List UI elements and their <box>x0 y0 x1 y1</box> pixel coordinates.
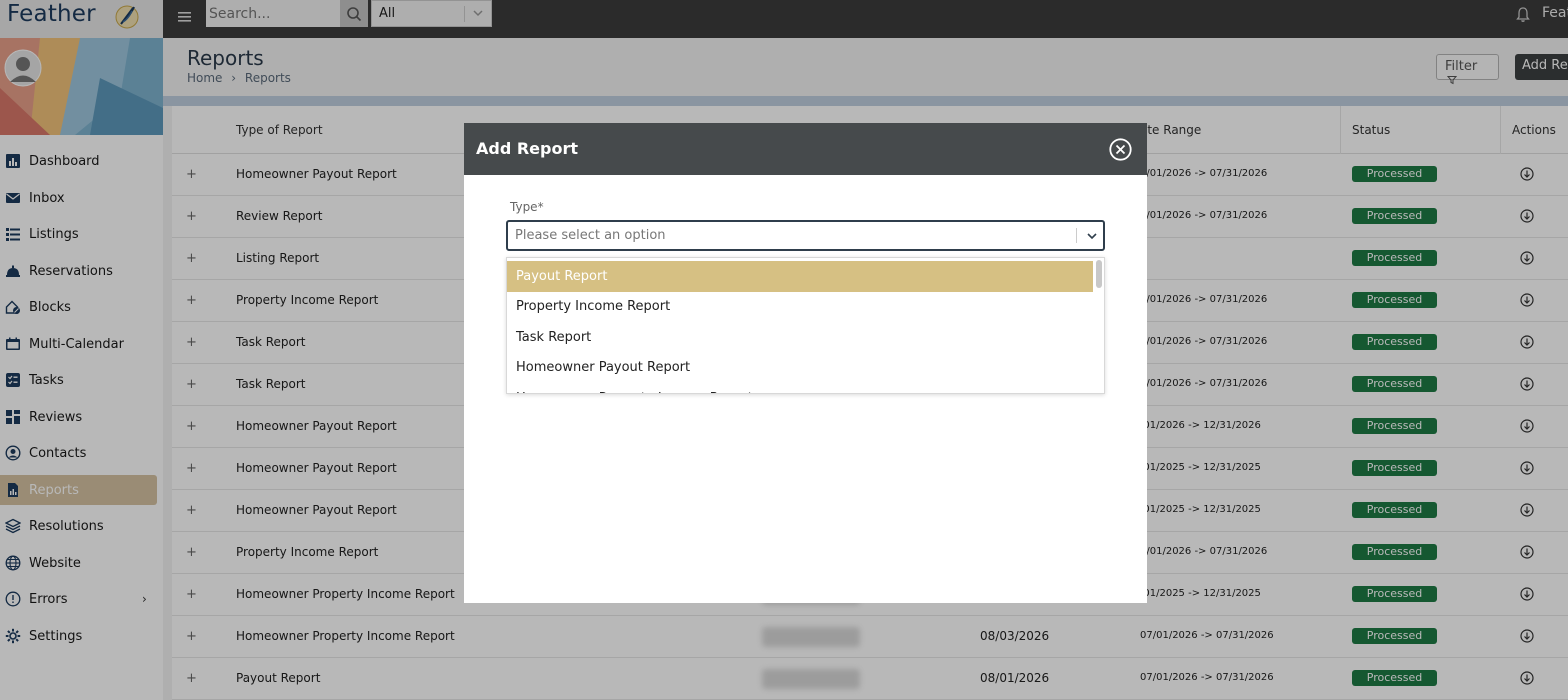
modal-title: Add Report <box>476 139 579 158</box>
select-separator <box>1076 228 1077 243</box>
modal-header: Add Report <box>464 123 1147 175</box>
add-report-modal: Add Report Type* Please select an option… <box>464 123 1147 603</box>
dropdown-scrollbar[interactable] <box>1096 260 1102 288</box>
type-field-label: Type* <box>510 200 544 214</box>
chevron-down-icon[interactable] <box>1086 230 1098 242</box>
type-select-placeholder: Please select an option <box>515 228 666 243</box>
option-payout-report[interactable]: Payout Report <box>507 261 1093 292</box>
modal-backdrop-top <box>0 0 1568 38</box>
close-icon[interactable] <box>1109 138 1132 161</box>
option-homeowner-payout-report[interactable]: Homeowner Payout Report <box>507 352 1093 383</box>
type-options-menu: Payout Report Property Income Report Tas… <box>506 257 1105 394</box>
option-property-income-report[interactable]: Property Income Report <box>507 291 1093 322</box>
type-select[interactable]: Please select an option <box>506 220 1105 251</box>
option-homeowner-property-income-report[interactable]: Homeowner Property Income Report <box>507 383 1093 393</box>
option-task-report[interactable]: Task Report <box>507 322 1093 353</box>
